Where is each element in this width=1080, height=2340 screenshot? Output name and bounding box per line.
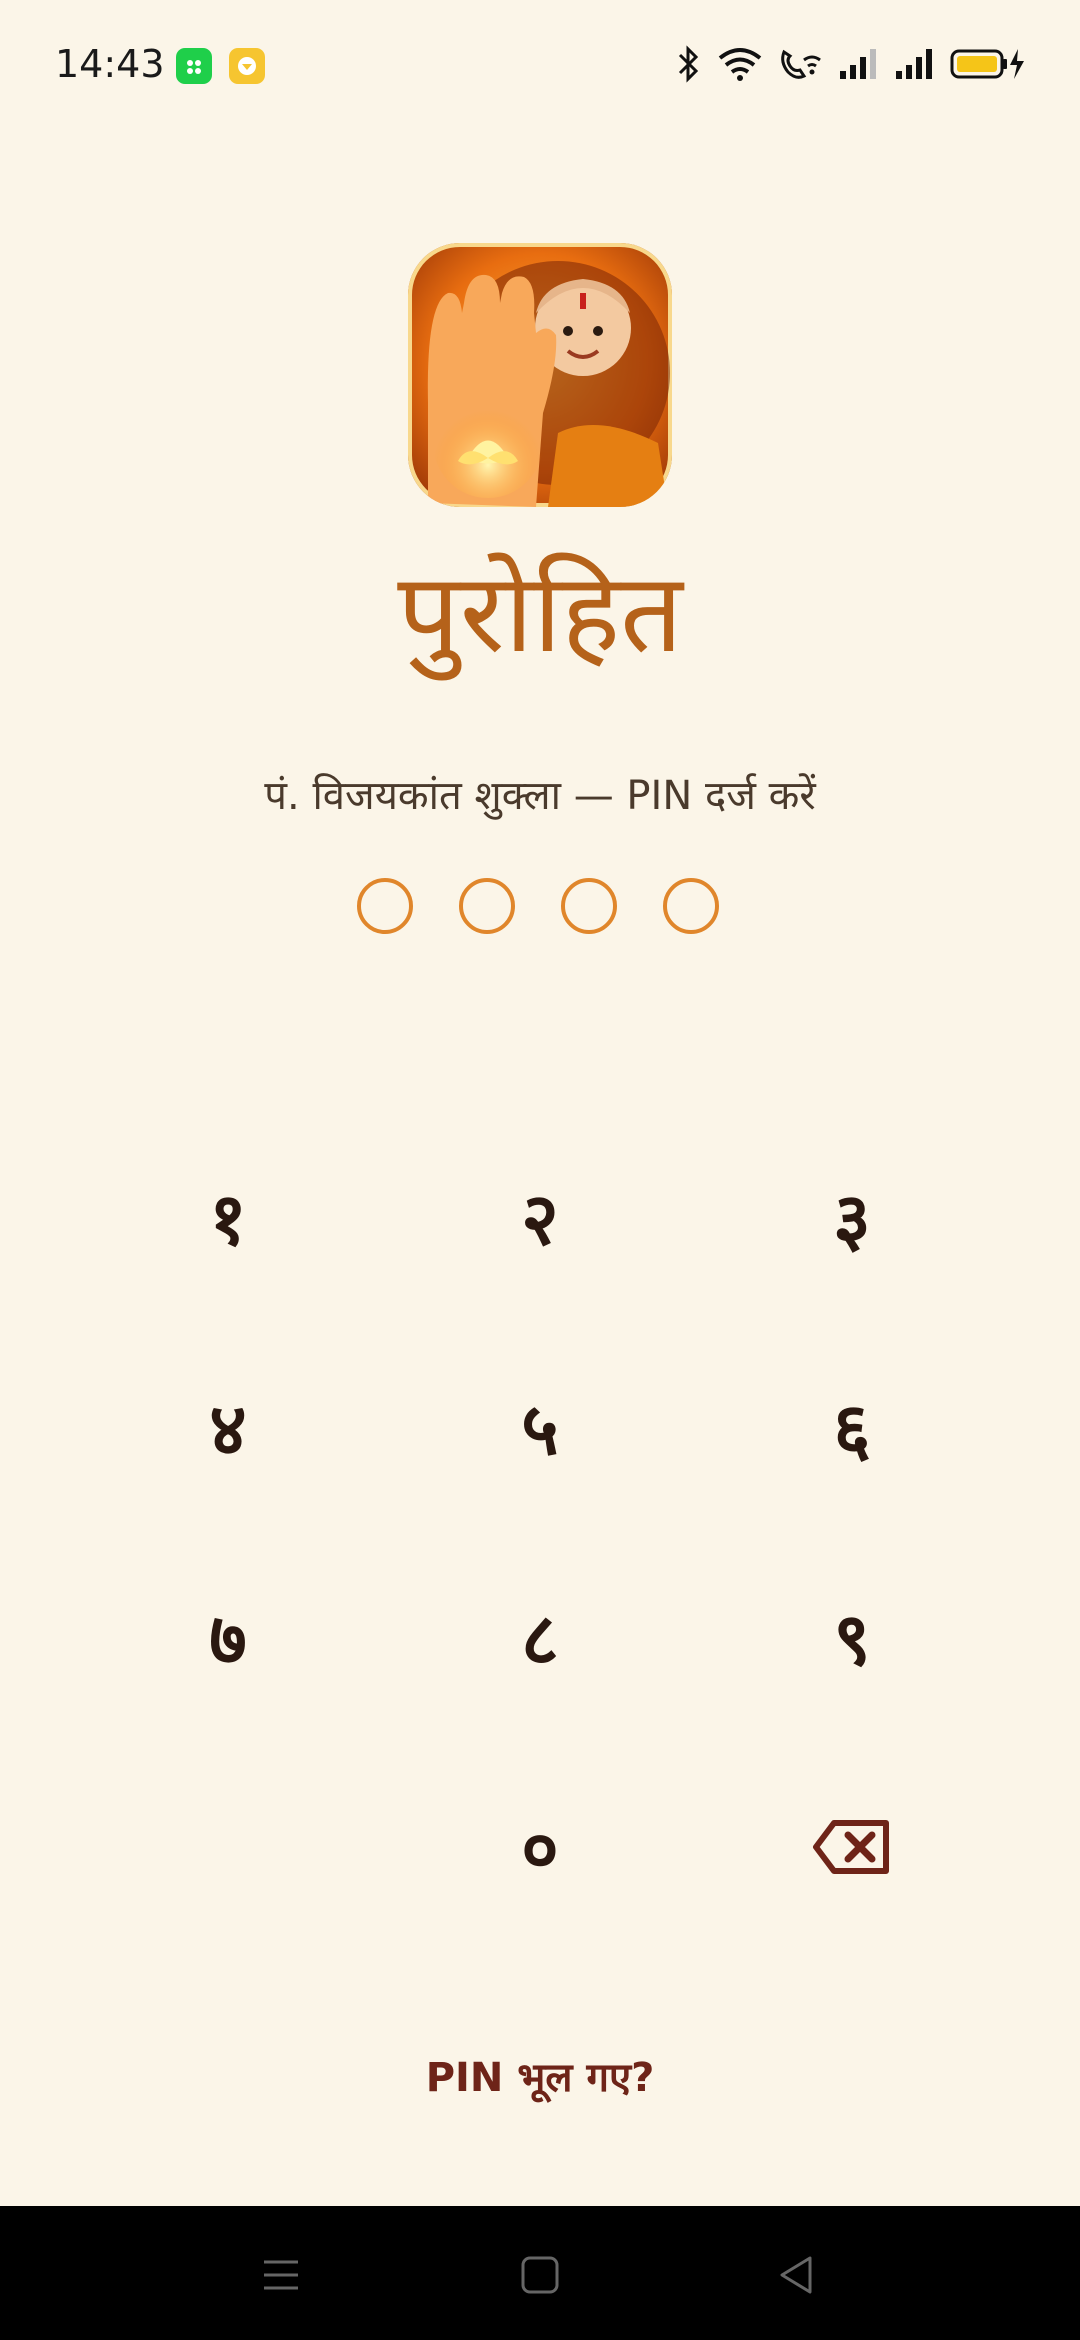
- app-green-icon: [176, 48, 212, 84]
- wifi-icon: [718, 48, 762, 81]
- status-time: 14:43: [55, 42, 165, 86]
- key-4[interactable]: ४: [98, 1342, 358, 1512]
- bluetooth-icon: [678, 45, 699, 83]
- backspace-icon: [813, 1820, 889, 1874]
- key-5[interactable]: ५: [410, 1342, 670, 1512]
- key-7[interactable]: ७: [98, 1552, 358, 1722]
- key-8[interactable]: ८: [410, 1552, 670, 1722]
- status-icons: [676, 44, 1028, 84]
- backspace-button[interactable]: [722, 1762, 982, 1932]
- pin-dot: [663, 878, 719, 934]
- signal-icon: [840, 49, 876, 79]
- forgot-pin-link[interactable]: PIN भूल गए?: [0, 2048, 1080, 2103]
- purohit-logo: [408, 243, 672, 507]
- key-6[interactable]: ६: [722, 1342, 982, 1512]
- app-yellow-icon: [229, 48, 265, 84]
- pin-indicator: [357, 878, 723, 934]
- menu-icon[interactable]: [256, 2250, 306, 2300]
- key-1[interactable]: १: [98, 1132, 358, 1302]
- status-bar: 14:43: [0, 0, 1080, 132]
- key-0[interactable]: ०: [410, 1762, 670, 1932]
- key-2[interactable]: २: [410, 1132, 670, 1302]
- home-icon[interactable]: [515, 2250, 565, 2300]
- signal-icon: [896, 49, 932, 79]
- pin-dot: [561, 878, 617, 934]
- navigation-bar: [0, 2206, 1080, 2340]
- pin-prompt: पं. विजयकांत शुक्ला — PIN दर्ज करें: [264, 773, 816, 819]
- key-9[interactable]: ९: [722, 1552, 982, 1722]
- app-title: पुरोहित: [397, 549, 683, 677]
- back-icon[interactable]: [772, 2250, 822, 2300]
- key-3[interactable]: ३: [722, 1132, 982, 1302]
- battery-charging-icon: [950, 49, 1024, 79]
- pin-dot: [357, 878, 413, 934]
- wifi-calling-icon: [781, 49, 821, 79]
- pin-dot: [459, 878, 515, 934]
